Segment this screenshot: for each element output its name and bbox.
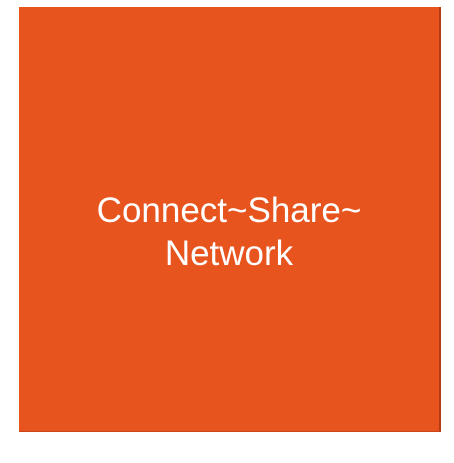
tile-caption-line-2: Network — [164, 234, 294, 273]
tile-caption-line-1: Connect~Share~ — [96, 190, 362, 230]
tile-caption: Connect~Share~ Network — [39, 189, 419, 276]
connect-share-network-tile: Connect~Share~ Network — [19, 7, 441, 432]
